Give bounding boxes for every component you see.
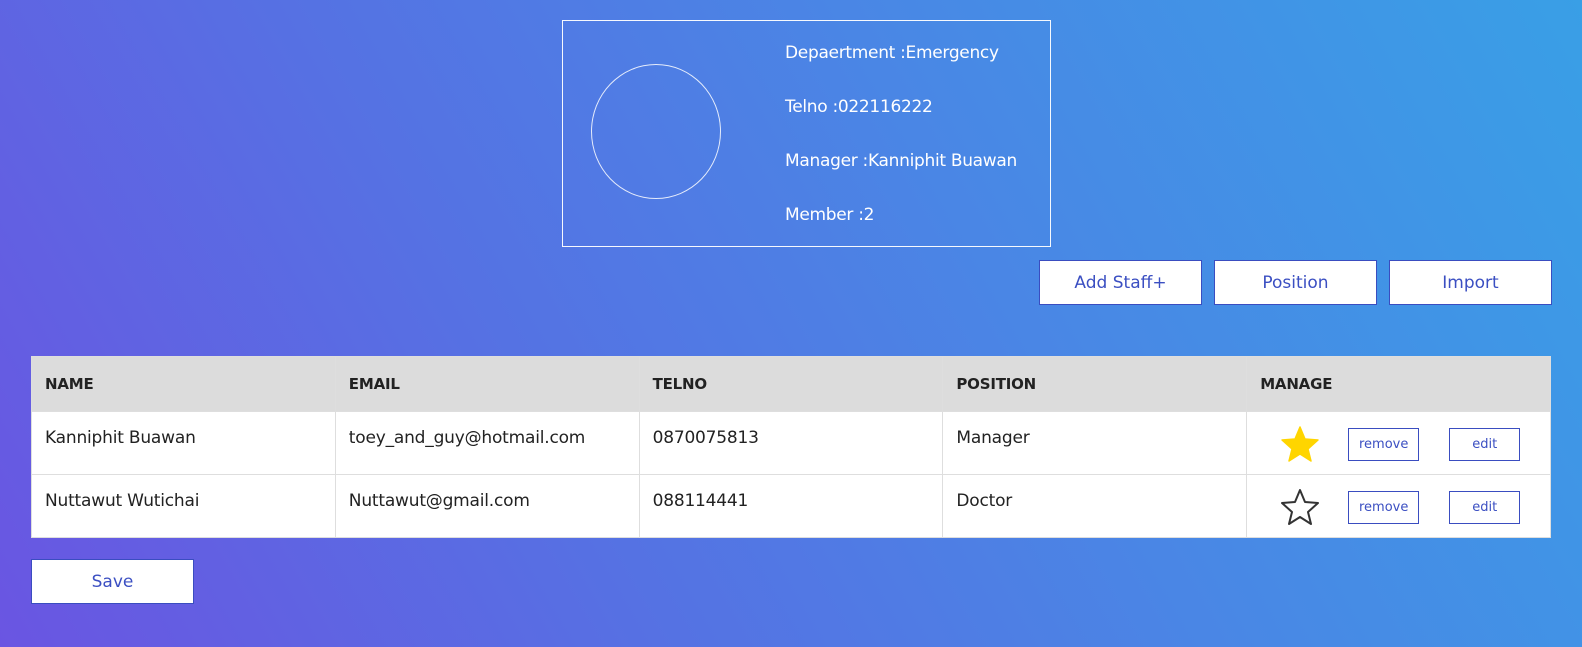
staff-table: NAME EMAIL TELNO POSITION MANAGE Kanniph… bbox=[31, 356, 1551, 538]
department-name: Depaertment :Emergency bbox=[785, 43, 999, 63]
staff-email: Nuttawut@gmail.com bbox=[334, 474, 640, 538]
position-button[interactable]: Position bbox=[1214, 260, 1377, 305]
column-header-name: NAME bbox=[31, 356, 336, 412]
staff-name: Kanniphit Buawan bbox=[31, 411, 336, 475]
department-manager: Manager :Kanniphit Buawan bbox=[785, 151, 1017, 171]
staff-position: Doctor bbox=[942, 474, 1248, 538]
staff-email: toey_and_guy@hotmail.com bbox=[334, 411, 640, 475]
add-staff-button[interactable]: Add Staff+ bbox=[1039, 260, 1202, 305]
table-header-row: NAME EMAIL TELNO POSITION MANAGE bbox=[31, 356, 1551, 412]
column-header-manage: MANAGE bbox=[1246, 356, 1551, 412]
edit-button[interactable]: edit bbox=[1449, 427, 1521, 461]
department-member-count: Member :2 bbox=[785, 205, 875, 225]
column-header-position: POSITION bbox=[942, 356, 1248, 412]
manage-cell: remove edit bbox=[1246, 411, 1551, 475]
edit-button[interactable]: edit bbox=[1449, 490, 1521, 524]
remove-button[interactable]: remove bbox=[1348, 490, 1420, 524]
remove-button[interactable]: remove bbox=[1348, 427, 1420, 461]
column-header-telno: TELNO bbox=[638, 356, 944, 412]
action-bar: Add Staff+ Position Import bbox=[1039, 260, 1552, 305]
table-row: Kanniphit Buawan toey_and_guy@hotmail.co… bbox=[31, 411, 1551, 475]
staff-name: Nuttawut Wutichai bbox=[31, 474, 336, 538]
department-telno: Telno :022116222 bbox=[785, 97, 933, 117]
manage-cell: remove edit bbox=[1246, 474, 1551, 538]
import-button[interactable]: Import bbox=[1389, 260, 1552, 305]
staff-telno: 0870075813 bbox=[638, 411, 944, 475]
save-button[interactable]: Save bbox=[31, 559, 194, 604]
staff-position: Manager bbox=[942, 411, 1248, 475]
department-card: Depaertment :Emergency Telno :022116222 … bbox=[562, 20, 1051, 247]
department-avatar bbox=[591, 64, 721, 199]
table-row: Nuttawut Wutichai Nuttawut@gmail.com 088… bbox=[31, 474, 1551, 538]
department-info: Depaertment :Emergency Telno :022116222 … bbox=[785, 41, 1017, 257]
staff-telno: 088114441 bbox=[638, 474, 944, 538]
star-outline-icon[interactable] bbox=[1280, 488, 1320, 526]
star-filled-icon[interactable] bbox=[1280, 425, 1320, 463]
column-header-email: EMAIL bbox=[334, 356, 640, 412]
